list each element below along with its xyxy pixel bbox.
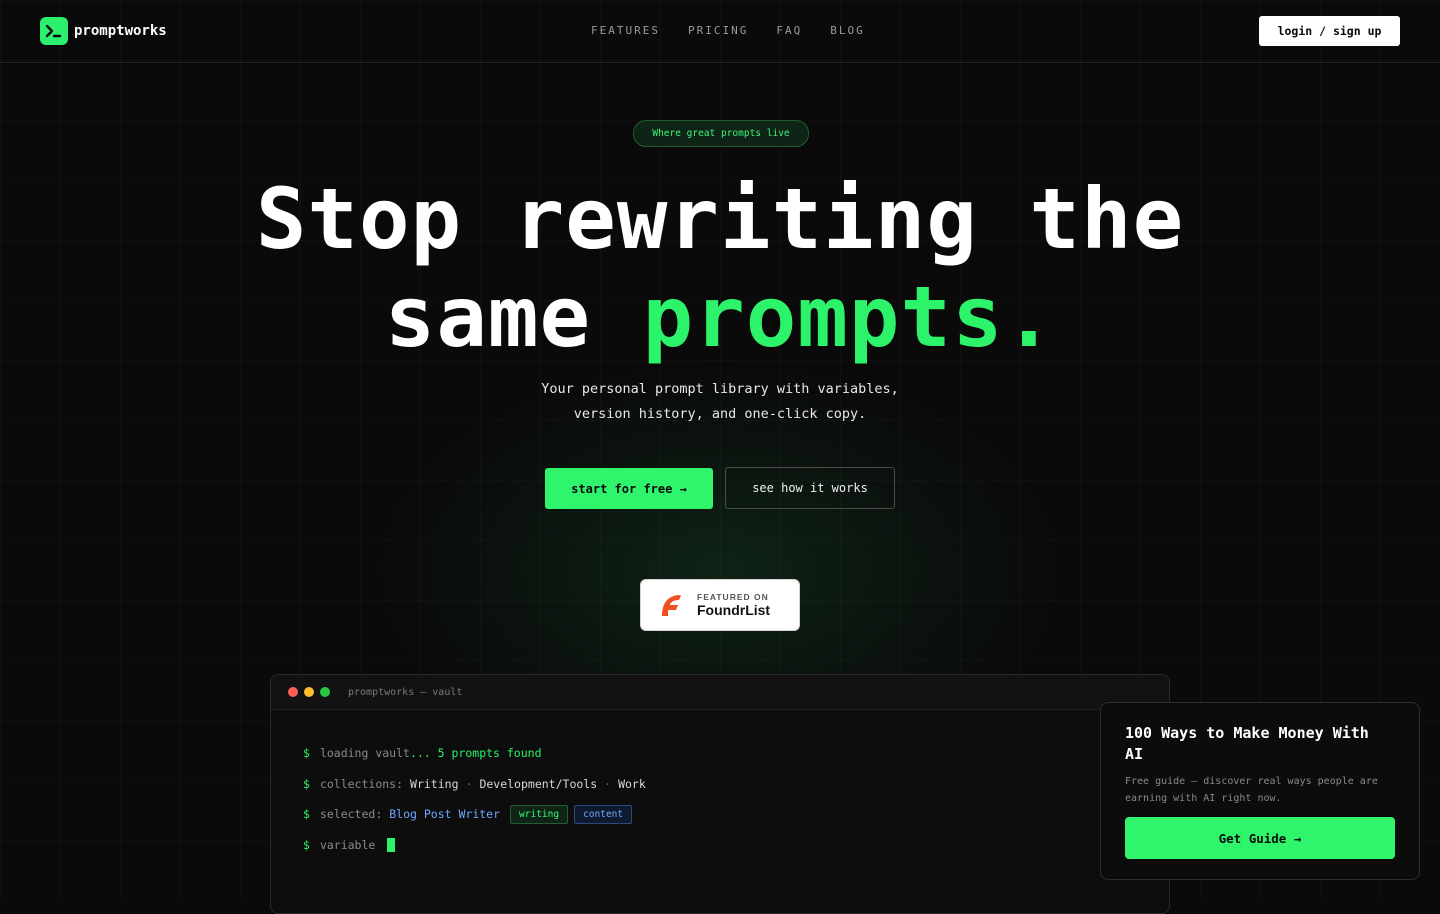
collection-writing[interactable]: Writing (410, 777, 458, 791)
headline-line-1: Stop rewriting the (255, 170, 1185, 268)
featured-text: FEATURED ON FoundrList (697, 592, 770, 618)
nav-link-blog[interactable]: BLOG (830, 24, 865, 37)
minimize-dot-icon[interactable] (304, 687, 314, 697)
headline-accent: prompts. (642, 268, 1056, 366)
variable-label: variable (319, 837, 376, 852)
tag-writing: writing (510, 804, 569, 824)
nav-link-pricing[interactable]: PRICING (688, 24, 748, 37)
hero-subtitle: Your personal prompt library with variab… (0, 377, 1440, 427)
prompt-symbol: $ (303, 746, 310, 760)
terminal-line-collections: $ collections: Writing · Development/Too… (303, 773, 1169, 795)
hero-headline: Stop rewriting the same prompts. (0, 170, 1440, 366)
subtitle-line-1: Your personal prompt library with variab… (541, 381, 899, 397)
featured-on-foundrlist-badge[interactable]: FEATURED ON FoundrList (640, 579, 800, 631)
loading-label: loading vault (319, 746, 410, 760)
subtitle-line-2: version history, and one-click copy. (573, 406, 867, 422)
prompt-symbol: $ (303, 776, 310, 791)
brand-name: promptworks (74, 23, 167, 39)
headline-line-2-start: same (384, 268, 643, 366)
foundrlist-f-icon (659, 592, 685, 618)
start-for-free-button[interactable]: start for free → (545, 468, 713, 509)
prompt-symbol: $ (303, 837, 310, 852)
collection-separator: · (604, 776, 612, 791)
see-how-it-works-button[interactable]: see how it works (725, 467, 895, 509)
terminal-line-variable: $ variable (303, 834, 1169, 856)
terminal-window: promptworks — vault $ loading vault ... … (270, 674, 1170, 914)
collection-development-tools[interactable]: Development/Tools (479, 777, 597, 791)
guide-popup: 100 Ways to Make Money With AI Free guid… (1100, 702, 1420, 880)
collection-separator: · (465, 776, 473, 791)
login-signup-button[interactable]: login / sign up (1259, 16, 1400, 46)
selected-label: selected: (319, 807, 383, 821)
featured-small-text: FEATURED ON (697, 592, 769, 602)
terminal-title: promptworks — vault (348, 686, 463, 698)
nav-link-features[interactable]: FEATURES (591, 24, 660, 37)
terminal-prompt-icon (40, 17, 68, 45)
collection-work[interactable]: Work (618, 777, 646, 791)
featured-brand-text: FoundrList (697, 602, 771, 618)
top-nav: promptworks FEATURES PRICING FAQ BLOG lo… (0, 0, 1440, 63)
loading-value: ... 5 prompts found (409, 746, 542, 760)
selected-prompt[interactable]: Blog Post Writer (389, 807, 500, 821)
nav-links: FEATURES PRICING FAQ BLOG (591, 24, 865, 37)
tag-content: content (574, 804, 633, 824)
text-cursor (387, 837, 396, 852)
hero-badge: Where great prompts live (633, 120, 809, 147)
nav-link-faq[interactable]: FAQ (776, 24, 802, 37)
close-dot-icon[interactable] (288, 687, 298, 697)
terminal-line-selected: $ selected: Blog Post Writer writing con… (303, 803, 1169, 825)
maximize-dot-icon[interactable] (320, 687, 330, 697)
popup-description: Free guide — discover real ways people a… (1125, 776, 1378, 804)
get-guide-button[interactable]: Get Guide → (1125, 817, 1395, 859)
popup-title: 100 Ways to Make Money With AI (1125, 724, 1369, 763)
terminal-line-loading: $ loading vault ... 5 prompts found (303, 742, 1169, 764)
terminal-title-bar: promptworks — vault (271, 675, 1169, 710)
prompt-symbol: $ (303, 807, 310, 821)
collections-label: collections: (319, 776, 404, 791)
terminal-body: $ loading vault ... 5 prompts found $ co… (271, 710, 1169, 856)
brand-logo-link[interactable]: promptworks (40, 17, 167, 45)
